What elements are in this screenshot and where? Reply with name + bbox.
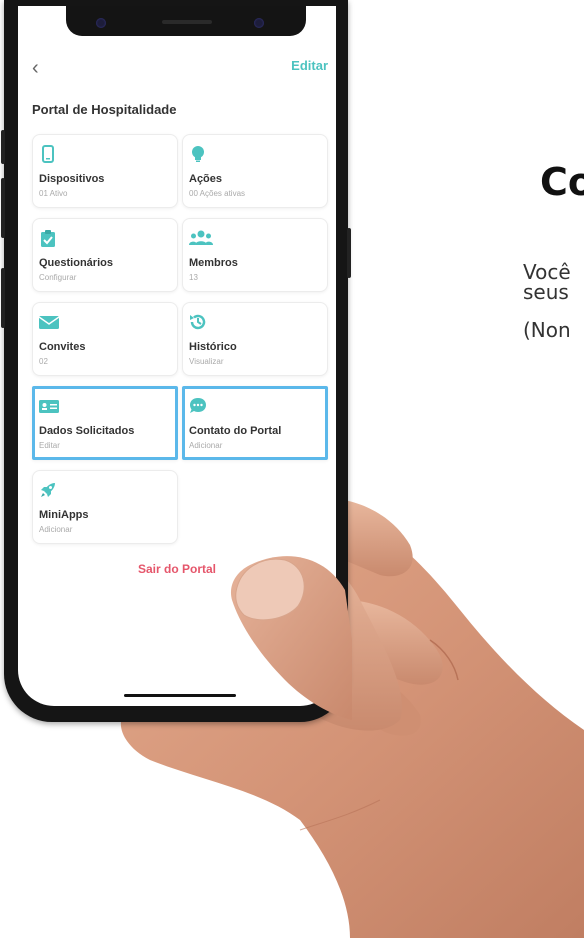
- page-title: Portal de Hospitalidade: [32, 102, 177, 117]
- card-label: Questionários: [39, 257, 113, 269]
- phone-device: ‹ Editar Portal de Hospitalidade Disposi…: [1, 0, 351, 722]
- card-label: Dados Solicitados: [39, 425, 135, 437]
- card-label: MiniApps: [39, 509, 89, 521]
- card-questionarios[interactable]: Questionários Configurar: [32, 218, 178, 292]
- card-miniapps[interactable]: MiniApps Adicionar: [32, 470, 178, 544]
- home-indicator[interactable]: [124, 694, 236, 697]
- power-button: [347, 228, 351, 278]
- card-sub: 00 Ações ativas: [189, 189, 246, 198]
- sensor-icon: [254, 18, 264, 28]
- card-label: Dispositivos: [39, 173, 105, 185]
- logout-button[interactable]: Sair do Portal: [18, 562, 336, 576]
- rocket-icon: [41, 483, 55, 497]
- card-contato-do-portal[interactable]: Contato do Portal Adicionar: [182, 386, 328, 460]
- card-sub: Editar: [39, 441, 60, 450]
- volume-button-lower: [1, 178, 5, 238]
- front-camera-icon: [96, 18, 106, 28]
- bixby-button: [1, 268, 5, 328]
- users-icon: [189, 230, 213, 245]
- card-label: Membros: [189, 257, 238, 269]
- card-sub: Configurar: [39, 273, 77, 282]
- card-membros[interactable]: Membros 13: [182, 218, 328, 292]
- clipboard-check-icon: [41, 230, 55, 247]
- card-label: Ações: [189, 173, 223, 185]
- card-label: Contato do Portal: [189, 425, 282, 437]
- card-historico[interactable]: Histórico Visualizar: [182, 302, 328, 376]
- card-convites[interactable]: Convites 02: [32, 302, 178, 376]
- card-dispositivos[interactable]: Dispositivos 01 Ativo: [32, 134, 178, 208]
- volume-button: [1, 130, 5, 164]
- chat-bubble-icon: [190, 398, 206, 413]
- edit-button[interactable]: Editar: [291, 58, 328, 73]
- card-sub: Visualizar: [189, 357, 224, 366]
- notch: [66, 6, 306, 36]
- card-acoes[interactable]: Ações 00 Ações ativas: [182, 134, 328, 208]
- history-icon: [190, 314, 206, 330]
- card-label: Convites: [39, 341, 86, 353]
- phone-icon: [42, 145, 54, 163]
- card-sub: 02: [39, 357, 48, 366]
- card-sub: 13: [189, 273, 198, 282]
- phone-screen: ‹ Editar Portal de Hospitalidade Disposi…: [18, 6, 336, 706]
- envelope-icon: [39, 316, 59, 329]
- app-header: ‹ Editar: [18, 56, 336, 84]
- card-sub: 01 Ativo: [39, 189, 68, 198]
- id-card-icon: [39, 400, 59, 413]
- card-sub: Adicionar: [39, 525, 73, 534]
- lightbulb-icon: [192, 146, 204, 162]
- card-label: Histórico: [189, 341, 237, 353]
- card-sub: Adicionar: [189, 441, 223, 450]
- speaker-grille: [162, 20, 212, 24]
- card-dados-solicitados[interactable]: Dados Solicitados Editar: [32, 386, 178, 460]
- back-chevron-icon[interactable]: ‹: [32, 56, 39, 80]
